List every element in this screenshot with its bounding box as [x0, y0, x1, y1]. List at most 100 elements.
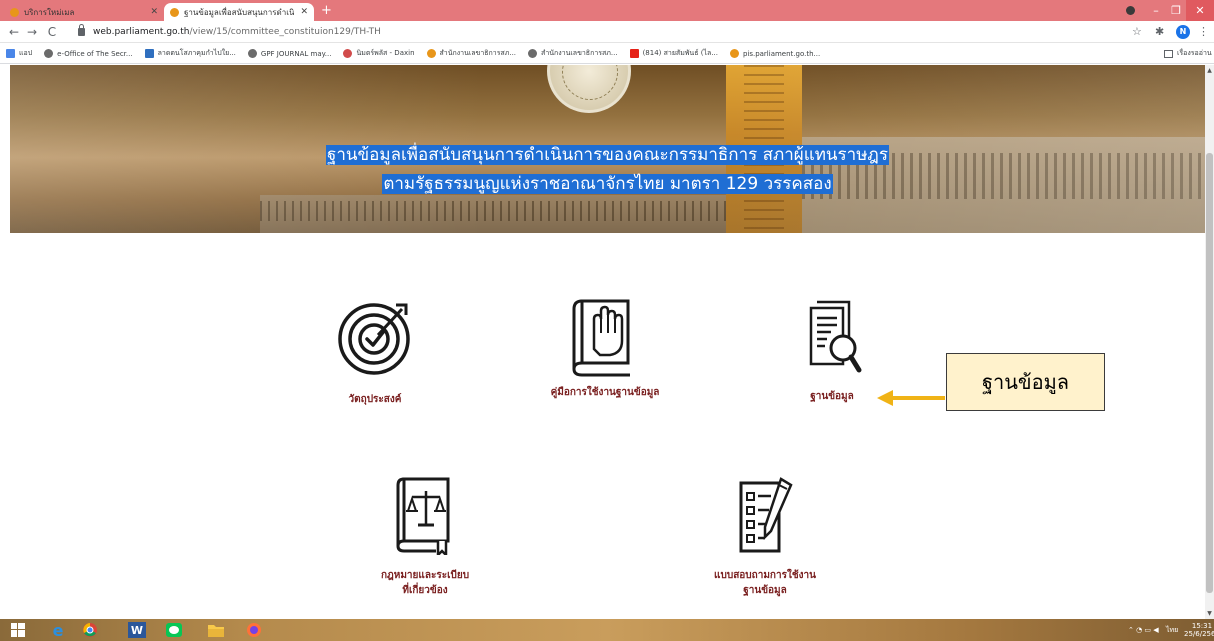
youtube-icon: [629, 49, 639, 58]
tab-close-icon[interactable]: ✕: [150, 7, 158, 17]
bookmark-item[interactable]: (814) สายสัมพันธ์ (ไล...: [629, 48, 718, 59]
bookmark-item[interactable]: นิมตร์พลัส - Daxin: [343, 48, 415, 59]
annotation-arrow-icon: [877, 390, 945, 406]
bookmark-item[interactable]: สำนักงานเลขาธิการสภ...: [426, 48, 517, 59]
tab-active[interactable]: ฐานข้อมูลเพื่อสนับสนุนการดำเนินการ ✕: [164, 3, 314, 21]
bookmark-label: สำนักงานเลขาธิการสภ...: [439, 49, 517, 57]
tray-date: 25/6/2566: [1184, 630, 1214, 638]
minimize-button[interactable]: –: [1146, 0, 1166, 21]
bookmark-item[interactable]: GPF JOURNAL may...: [247, 49, 332, 58]
bookmark-label: GPF JOURNAL may...: [260, 49, 332, 58]
internet-explorer-icon[interactable]: e: [48, 621, 68, 640]
extensions-icon[interactable]: ✱: [1155, 24, 1164, 40]
bookmark-label: แอป: [19, 49, 33, 57]
reload-button[interactable]: C: [44, 24, 60, 40]
file-explorer-icon[interactable]: [206, 621, 226, 639]
firefox-icon[interactable]: [244, 621, 264, 639]
bookmark-item[interactable]: pis.parliament.go.th...: [729, 49, 821, 58]
site-icon: [343, 49, 353, 58]
bookmark-item[interactable]: สำนักงานเลขาธิการสภ...: [528, 48, 618, 59]
menu-manual[interactable]: คู่มือการใช้งานฐานข้อมูล: [535, 297, 675, 400]
globe-icon: [247, 49, 257, 58]
tab-strip: บริการใหม่เมล ✕ ฐานข้อมูลเพื่อสนับสนุนกา…: [0, 0, 1214, 21]
menu-laws[interactable]: กฎหมายและระเบียบ ที่เกี่ยวข้อง: [360, 475, 490, 598]
bookmark-item[interactable]: ลาดตนโสภาคุมกำไปใย...: [144, 48, 236, 59]
line-icon[interactable]: [164, 621, 184, 639]
url-path: /view/15/committee_constituion129/TH-TH: [189, 27, 381, 37]
menu-survey-label-line2: ฐานข้อมูล: [743, 585, 787, 596]
tray-icons[interactable]: ⌃ ◔ ▭ ◀: [1128, 626, 1159, 634]
windows-taskbar: e W ⌃ ◔ ▭ ◀ ไทย 15:31 25/6/2566: [0, 619, 1214, 641]
tab-favicon-icon: [170, 7, 179, 17]
bookmark-label: (814) สายสัมพันธ์ (ไล...: [642, 49, 718, 57]
tab-close-icon[interactable]: ✕: [300, 7, 308, 17]
word-icon[interactable]: W: [128, 622, 146, 638]
chrome-icon[interactable]: [80, 621, 100, 639]
tray-language[interactable]: ไทย: [1166, 626, 1178, 634]
hero-title-line2: ตามรัฐธรรมนูญแห่งราชอาณาจักรไทย มาตรา 12…: [10, 173, 1205, 195]
bookmark-apps[interactable]: แอป: [6, 48, 32, 59]
bookmark-label: pis.parliament.go.th...: [742, 49, 821, 58]
menu-manual-label: คู่มือการใช้งานฐานข้อมูล: [550, 387, 660, 398]
tray-clock[interactable]: 15:31 25/6/2566: [1184, 622, 1214, 638]
menu-laws-label-line2: ที่เกี่ยวข้อง: [402, 585, 448, 596]
bookmark-label: ลาดตนโสภาคุมกำไปใย...: [157, 49, 236, 57]
bookmark-label: e-Office of The Secr...: [57, 49, 133, 58]
new-tab-button[interactable]: +: [321, 3, 332, 18]
close-window-button[interactable]: ✕: [1186, 0, 1214, 21]
menu-database[interactable]: ฐานข้อมูล: [790, 298, 874, 404]
bookmarks-bar: แอป e-Office of The Secr... ลาดตนโสภาคุม…: [0, 44, 1214, 64]
manual-book-hand-icon: [572, 299, 630, 377]
checklist-pen-icon: [739, 477, 793, 553]
menu-objectives[interactable]: วัตถุประสงค์: [320, 299, 430, 407]
menu-database-label: ฐานข้อมูล: [810, 391, 854, 402]
globe-icon: [528, 49, 538, 58]
address-bar: ← → C web.parliament.go.th /view/15/comm…: [0, 21, 1214, 43]
globe-icon: [44, 49, 54, 58]
browser-menu-icon[interactable]: ⋮: [1198, 24, 1209, 40]
target-icon: [338, 303, 410, 375]
tab-label: บริการใหม่เมล: [24, 7, 75, 17]
tab-favicon-icon: [10, 7, 19, 17]
tab-label: ฐานข้อมูลเพื่อสนับสนุนการดำเนินการ: [184, 7, 295, 17]
page-viewport: ฐานข้อมูลเพื่อสนับสนุนการดำเนินการของคณะ…: [0, 65, 1205, 619]
menu-objectives-label: วัตถุประสงค์: [348, 394, 402, 405]
forward-button[interactable]: →: [24, 24, 40, 40]
scroll-up-icon[interactable]: ▲: [1206, 67, 1213, 74]
menu-survey[interactable]: แบบสอบถามการใช้งาน ฐานข้อมูล: [700, 475, 830, 598]
hero-title-text: ตามรัฐธรรมนูญแห่งราชอาณาจักรไทย มาตรา 12…: [382, 174, 833, 194]
site-icon: [729, 49, 739, 58]
reading-list-button[interactable]: เรื่องรออ่าน: [1164, 48, 1212, 59]
back-button[interactable]: ←: [6, 24, 22, 40]
windows-start-icon[interactable]: [8, 621, 28, 639]
bookmark-label: สำนักงานเลขาธิการสภ...: [541, 49, 618, 57]
menu-laws-label-line1: กฎหมายและระเบียบ: [380, 570, 470, 581]
scroll-down-icon[interactable]: ▼: [1206, 610, 1213, 617]
site-icon: [426, 49, 436, 58]
page-scrollbar[interactable]: ▲ ▼: [1205, 65, 1214, 619]
bookmark-item[interactable]: e-Office of The Secr...: [44, 49, 133, 58]
reading-list-icon: [1164, 49, 1173, 58]
hero-title-line1: ฐานข้อมูลเพื่อสนับสนุนการดำเนินการของคณะ…: [10, 144, 1205, 166]
law-book-scales-icon: [396, 477, 450, 555]
lock-icon: [78, 24, 85, 36]
record-icon[interactable]: [1126, 6, 1135, 15]
apps-grid-icon: [6, 49, 15, 58]
bookmark-label: นิมตร์พลัส - Daxin: [356, 49, 415, 57]
site-icon: [144, 49, 154, 58]
url-host: web.parliament.go.th: [93, 27, 190, 37]
tray-time: 15:31: [1191, 622, 1213, 630]
scrollbar-thumb[interactable]: [1206, 153, 1213, 593]
hero-title-text: ฐานข้อมูลเพื่อสนับสนุนการดำเนินการของคณะ…: [326, 145, 889, 165]
annotation-callout-text: ฐานข้อมูล: [981, 370, 1070, 394]
profile-avatar[interactable]: N: [1176, 25, 1190, 39]
hero-banner: ฐานข้อมูลเพื่อสนับสนุนการดำเนินการของคณะ…: [10, 65, 1205, 233]
maximize-button[interactable]: ❐: [1166, 0, 1186, 21]
reading-list-label: เรื่องรออ่าน: [1177, 49, 1212, 57]
document-search-icon: [809, 300, 862, 373]
bookmark-star-icon[interactable]: ☆: [1132, 24, 1142, 40]
annotation-callout: ฐานข้อมูล: [946, 353, 1105, 411]
tab-inactive[interactable]: บริการใหม่เมล ✕: [4, 3, 164, 21]
menu-survey-label-line1: แบบสอบถามการใช้งาน: [714, 570, 816, 581]
url-input[interactable]: web.parliament.go.th /view/15/committee_…: [78, 24, 1108, 40]
